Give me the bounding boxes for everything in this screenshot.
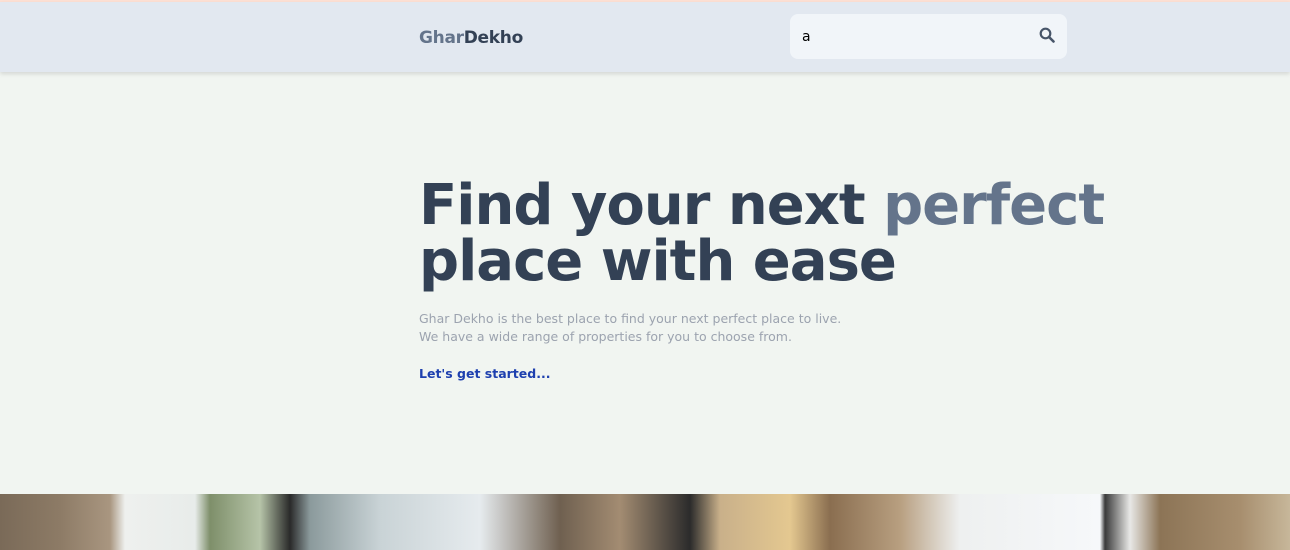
- header: GharDekho: [0, 2, 1290, 72]
- hero: Find your next perfect place with ease Gh…: [419, 173, 1105, 382]
- hero-title: Find your next perfect place with ease: [419, 173, 1105, 294]
- hero-subtitle: Ghar Dekho is the best place to find you…: [419, 311, 842, 344]
- search-input[interactable]: [802, 28, 1039, 45]
- search-icon[interactable]: [1039, 27, 1055, 47]
- logo[interactable]: GharDekho: [419, 28, 523, 48]
- hero-image: [0, 494, 1290, 550]
- get-started-link[interactable]: Let's get started...: [419, 366, 1104, 381]
- search-form: [790, 14, 1067, 59]
